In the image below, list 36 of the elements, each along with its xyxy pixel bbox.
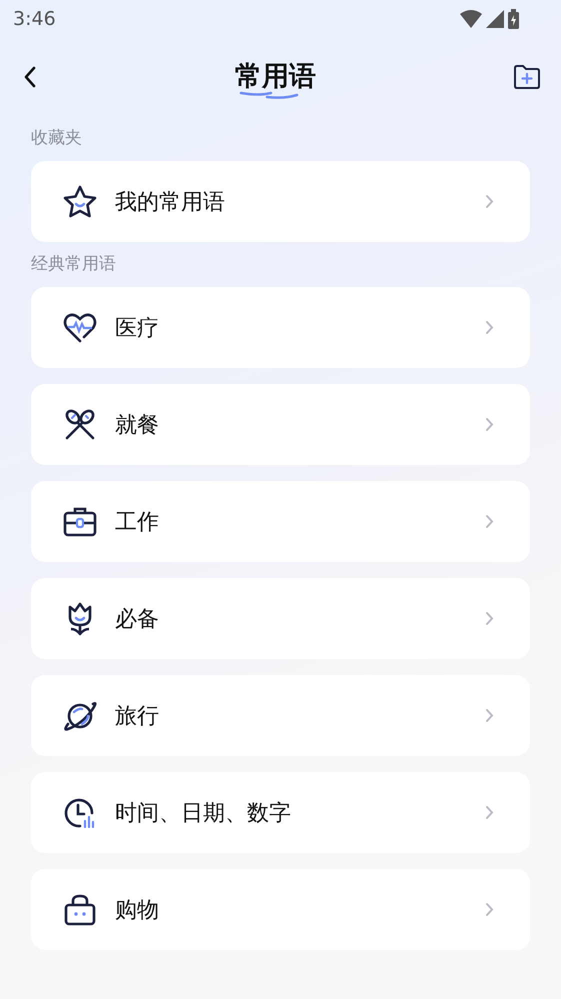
back-button[interactable]: [22, 65, 38, 89]
signal-icon: [486, 10, 504, 28]
list-item[interactable]: 时间、日期、数字: [31, 772, 530, 853]
chevron-right-icon: [485, 320, 494, 335]
list-item[interactable]: 工作: [31, 481, 530, 562]
item-label: 就餐: [115, 412, 160, 440]
chevron-right-icon: [485, 805, 494, 820]
list-item[interactable]: 就餐: [31, 384, 530, 465]
list-item[interactable]: 购物: [31, 869, 530, 950]
item-label: 时间、日期、数字: [115, 800, 292, 828]
list-item[interactable]: 旅行: [31, 675, 530, 756]
chevron-right-icon: [485, 417, 494, 432]
battery-icon: [508, 9, 519, 29]
list-item[interactable]: 我的常用语: [31, 161, 530, 242]
chevron-right-icon: [485, 902, 494, 917]
list-item[interactable]: 医疗: [31, 287, 530, 368]
chevron-right-icon: [485, 514, 494, 529]
page-title: 常用语: [235, 60, 316, 94]
underline-icon: [239, 90, 301, 100]
add-folder-button[interactable]: [513, 64, 541, 90]
section-label: 收藏夹: [31, 127, 83, 150]
status-time: 3:46: [13, 8, 56, 30]
item-label: 我的常用语: [115, 188, 226, 216]
bag-icon: [62, 892, 98, 928]
section-label: 经典常用语: [31, 253, 117, 276]
item-label: 购物: [115, 896, 160, 924]
wifi-icon: [460, 10, 482, 28]
chevron-right-icon: [485, 708, 494, 723]
chevron-right-icon: [485, 194, 494, 209]
item-label: 工作: [115, 508, 160, 536]
item-label: 必备: [115, 606, 160, 634]
list-item[interactable]: 必备: [31, 578, 530, 659]
chevron-right-icon: [485, 611, 494, 626]
item-label: 医疗: [115, 314, 160, 342]
star-icon: [62, 184, 98, 220]
item-label: 旅行: [115, 702, 160, 730]
